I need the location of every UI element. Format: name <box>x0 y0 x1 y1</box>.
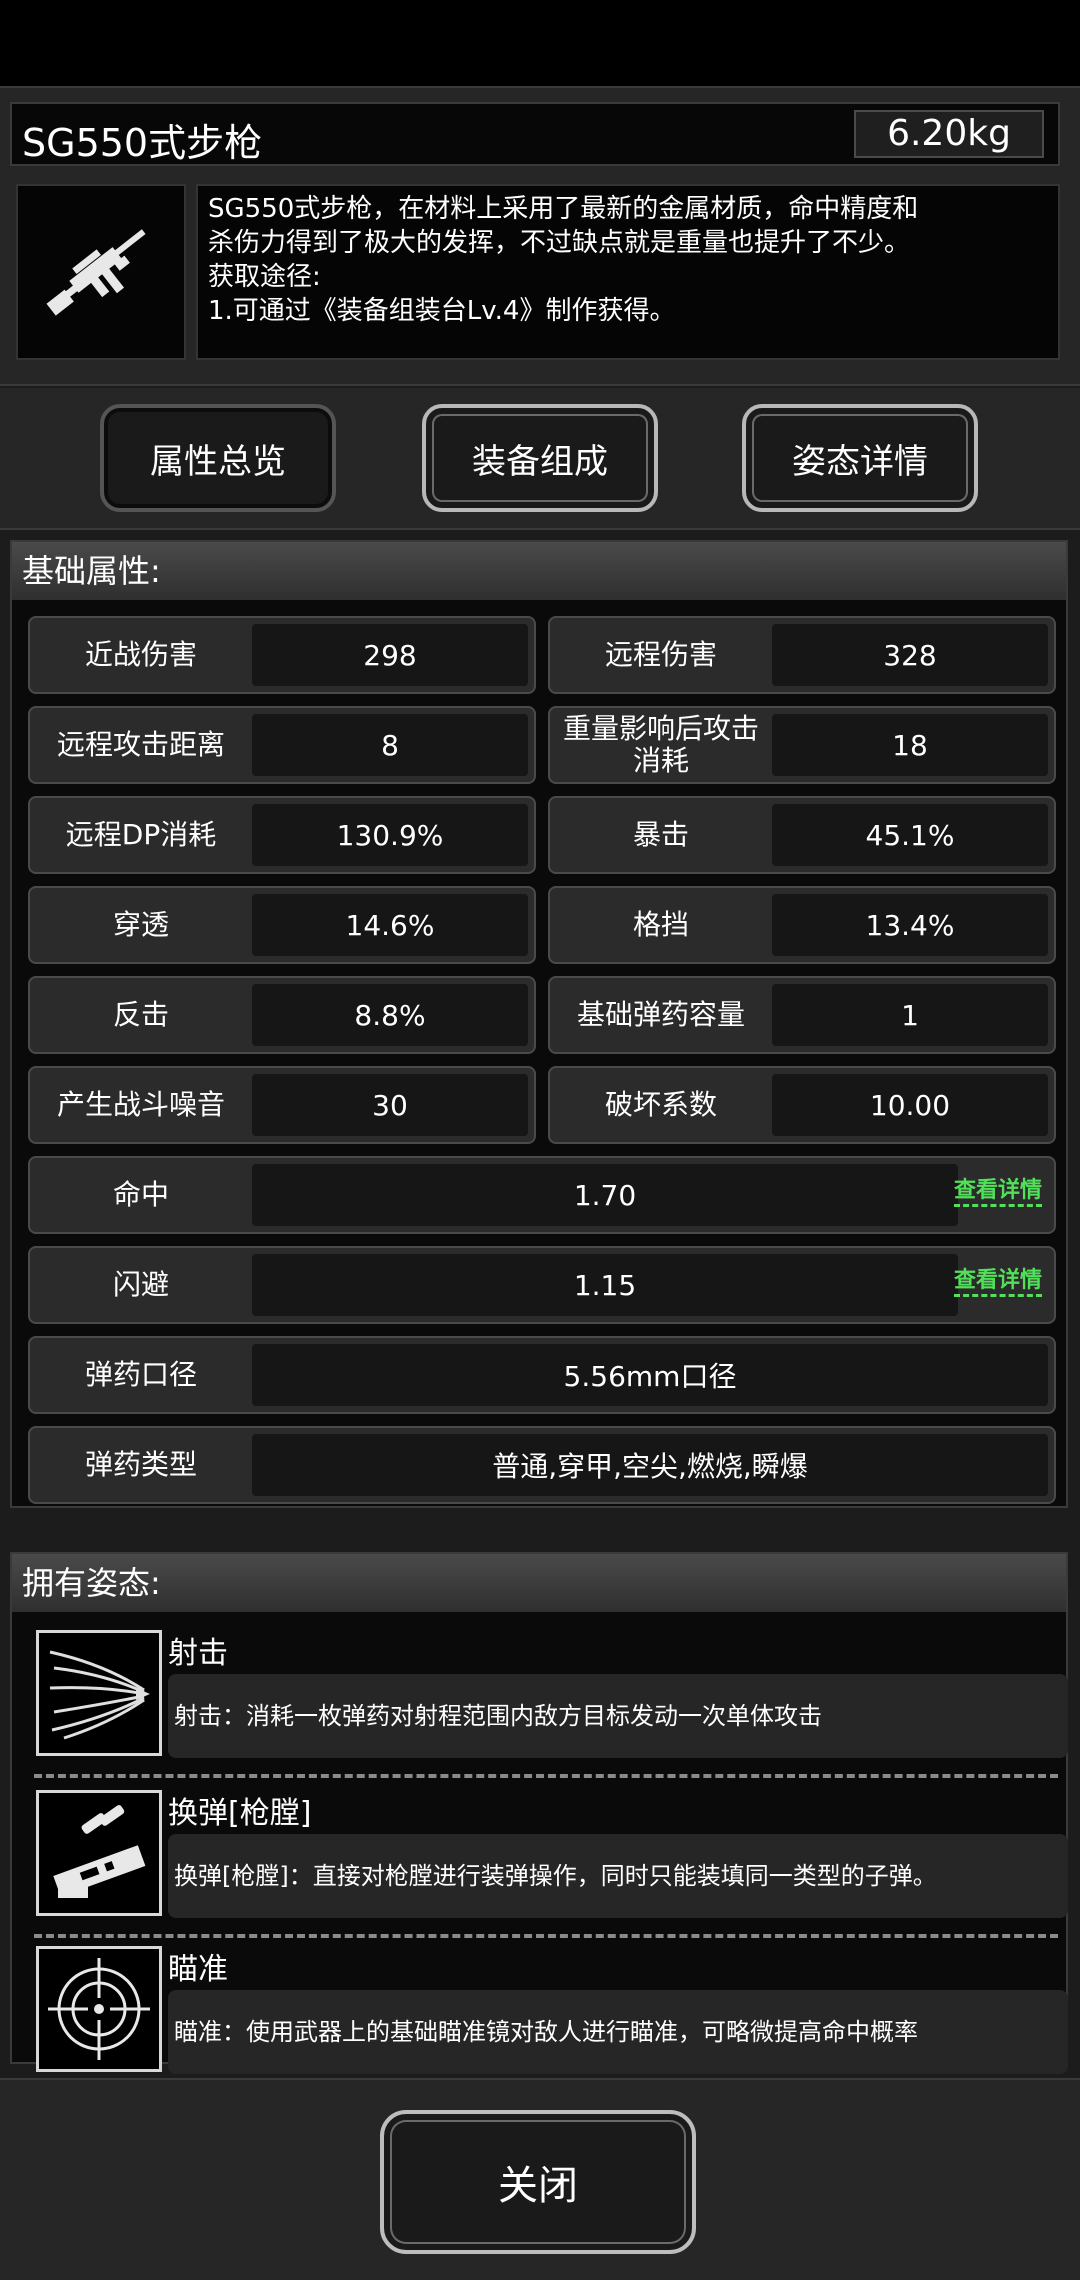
tab-attributes-overview[interactable]: 属性总览 <box>100 404 336 512</box>
posture-shoot[interactable]: 射击 射击：消耗一枚弹药对射程范围内敌方目标发动一次单体攻击 <box>22 1624 1068 1766</box>
stat-value: 1.15 <box>252 1254 958 1316</box>
stat-value: 13.4% <box>772 894 1048 956</box>
stat-ranged-damage: 远程伤害 328 <box>548 616 1056 694</box>
stat-combat-noise: 产生战斗噪音 30 <box>28 1066 536 1144</box>
postures-section: 拥有姿态: 射击 射击：消耗一枚弹药对射程范围内敌方目标发动一次单体攻击 换弹[… <box>10 1552 1068 2074</box>
section-title: 基础属性: <box>12 542 1066 600</box>
tab-posture-details[interactable]: 姿态详情 <box>742 404 978 512</box>
posture-name: 射击 <box>168 1636 228 1671</box>
stat-label: 反击 <box>112 998 169 1031</box>
divider <box>34 1934 1058 1938</box>
item-weight: 6.20kg <box>854 110 1044 158</box>
stat-value: 30 <box>252 1074 528 1136</box>
stat-value: 8 <box>252 714 528 776</box>
stat-ranged-dp-cost: 远程DP消耗 130.9% <box>28 796 536 874</box>
stat-penetration: 穿透 14.6% <box>28 886 536 964</box>
basic-attributes-section: 基础属性: 近战伤害 298 远程伤害 328 远程攻击距离 8 重量影响后攻击… <box>10 540 1068 1508</box>
status-bar-area <box>0 0 1080 86</box>
tab-bar: 属性总览 装备组成 姿态详情 <box>0 388 1080 530</box>
stat-label: 穿透 <box>112 908 169 941</box>
stat-attack-cost: 重量影响后攻击消耗 18 <box>548 706 1056 784</box>
rifle-icon <box>16 184 186 360</box>
stat-value: 130.9% <box>252 804 528 866</box>
stat-label: 远程伤害 <box>604 638 717 671</box>
posture-name: 换弹[枪膛] <box>168 1796 312 1831</box>
tab-equipment-composition[interactable]: 装备组成 <box>422 404 658 512</box>
stat-label: 格挡 <box>632 908 689 941</box>
stat-value: 328 <box>772 624 1048 686</box>
stat-ammo-caliber: 弹药口径 5.56mm口径 <box>28 1336 1056 1414</box>
divider <box>34 1774 1058 1778</box>
stat-label: 弹药口径 <box>84 1358 197 1391</box>
stat-melee-damage: 近战伤害 298 <box>28 616 536 694</box>
stat-accuracy: 命中 1.70 查看详情 <box>28 1156 1056 1234</box>
stat-ammo-types: 弹药类型 普通,穿甲,空尖,燃烧,瞬爆 <box>28 1426 1056 1504</box>
stat-value: 18 <box>772 714 1048 776</box>
stat-critical: 暴击 45.1% <box>548 796 1056 874</box>
description-line: 获取途径: <box>208 262 321 292</box>
stat-ammo-capacity: 基础弹药容量 1 <box>548 976 1056 1054</box>
view-details-link[interactable]: 查看详情 <box>953 1178 1042 1207</box>
section-title: 拥有姿态: <box>12 1554 1066 1612</box>
posture-description: 射击：消耗一枚弹药对射程范围内敌方目标发动一次单体攻击 <box>168 1674 1068 1758</box>
view-details-link[interactable]: 查看详情 <box>953 1268 1042 1297</box>
posture-reload-chamber[interactable]: 换弹[枪膛] 换弹[枪膛]：直接对枪膛进行装弹操作，同时只能装填同一类型的子弹。 <box>22 1784 1068 1926</box>
description-line: 杀伤力得到了极大的发挥，不过缺点就是重量也提升了不少。 <box>208 228 911 258</box>
stat-label: 弹药类型 <box>84 1448 197 1481</box>
stat-value: 14.6% <box>252 894 528 956</box>
stat-value: 8.8% <box>252 984 528 1046</box>
posture-aim[interactable]: 瞄准 瞄准：使用武器上的基础瞄准镜对敌人进行瞄准，可略微提高命中概率 <box>22 1940 1068 2082</box>
stat-value: 1.70 <box>252 1164 958 1226</box>
stat-label: 命中 <box>112 1178 169 1211</box>
stat-label: 远程攻击距离 <box>56 728 225 761</box>
stat-label: 基础弹药容量 <box>576 998 745 1031</box>
stat-ranged-range: 远程攻击距离 8 <box>28 706 536 784</box>
stat-value: 普通,穿甲,空尖,燃烧,瞬爆 <box>252 1434 1048 1496</box>
title-bar: SG550式步枪 6.20kg <box>10 102 1060 166</box>
stat-label: 重量影响后攻击消耗 <box>562 712 759 777</box>
stat-destruction: 破坏系数 10.00 <box>548 1066 1056 1144</box>
description-line: SG550式步枪，在材料上采用了最新的金属材质，命中精度和 <box>208 194 919 224</box>
posture-name: 瞄准 <box>168 1952 228 1987</box>
stat-evasion: 闪避 1.15 查看详情 <box>28 1246 1056 1324</box>
stat-value: 45.1% <box>772 804 1048 866</box>
item-name: SG550式步枪 <box>22 121 263 165</box>
close-button[interactable]: 关闭 <box>380 2110 696 2254</box>
stat-value: 1 <box>772 984 1048 1046</box>
reload-icon <box>36 1790 162 1916</box>
posture-description: 瞄准：使用武器上的基础瞄准镜对敌人进行瞄准，可略微提高命中概率 <box>168 1990 1068 2074</box>
stat-label: 近战伤害 <box>84 638 197 671</box>
bullet-streaks-icon <box>36 1630 162 1756</box>
stat-label: 闪避 <box>112 1268 169 1301</box>
stat-value: 298 <box>252 624 528 686</box>
footer: 关闭 <box>0 2078 1080 2280</box>
stat-value: 10.00 <box>772 1074 1048 1136</box>
stat-label: 远程DP消耗 <box>65 818 217 851</box>
posture-description: 换弹[枪膛]：直接对枪膛进行装弹操作，同时只能装填同一类型的子弹。 <box>168 1834 1068 1918</box>
stat-block: 格挡 13.4% <box>548 886 1056 964</box>
stat-label: 产生战斗噪音 <box>56 1088 225 1121</box>
stat-counter: 反击 8.8% <box>28 976 536 1054</box>
stat-label: 破坏系数 <box>604 1088 717 1121</box>
item-header: SG550式步枪 6.20kg SG550式步枪，在材料上采用了最新的金属材质，… <box>0 86 1080 386</box>
stat-value: 5.56mm口径 <box>252 1344 1048 1406</box>
description-line: 1.可通过《装备组装台Lv.4》制作获得。 <box>208 296 676 326</box>
crosshair-icon <box>36 1946 162 2072</box>
item-description: SG550式步枪，在材料上采用了最新的金属材质，命中精度和 杀伤力得到了极大的发… <box>196 184 1060 360</box>
stat-label: 暴击 <box>632 818 689 851</box>
